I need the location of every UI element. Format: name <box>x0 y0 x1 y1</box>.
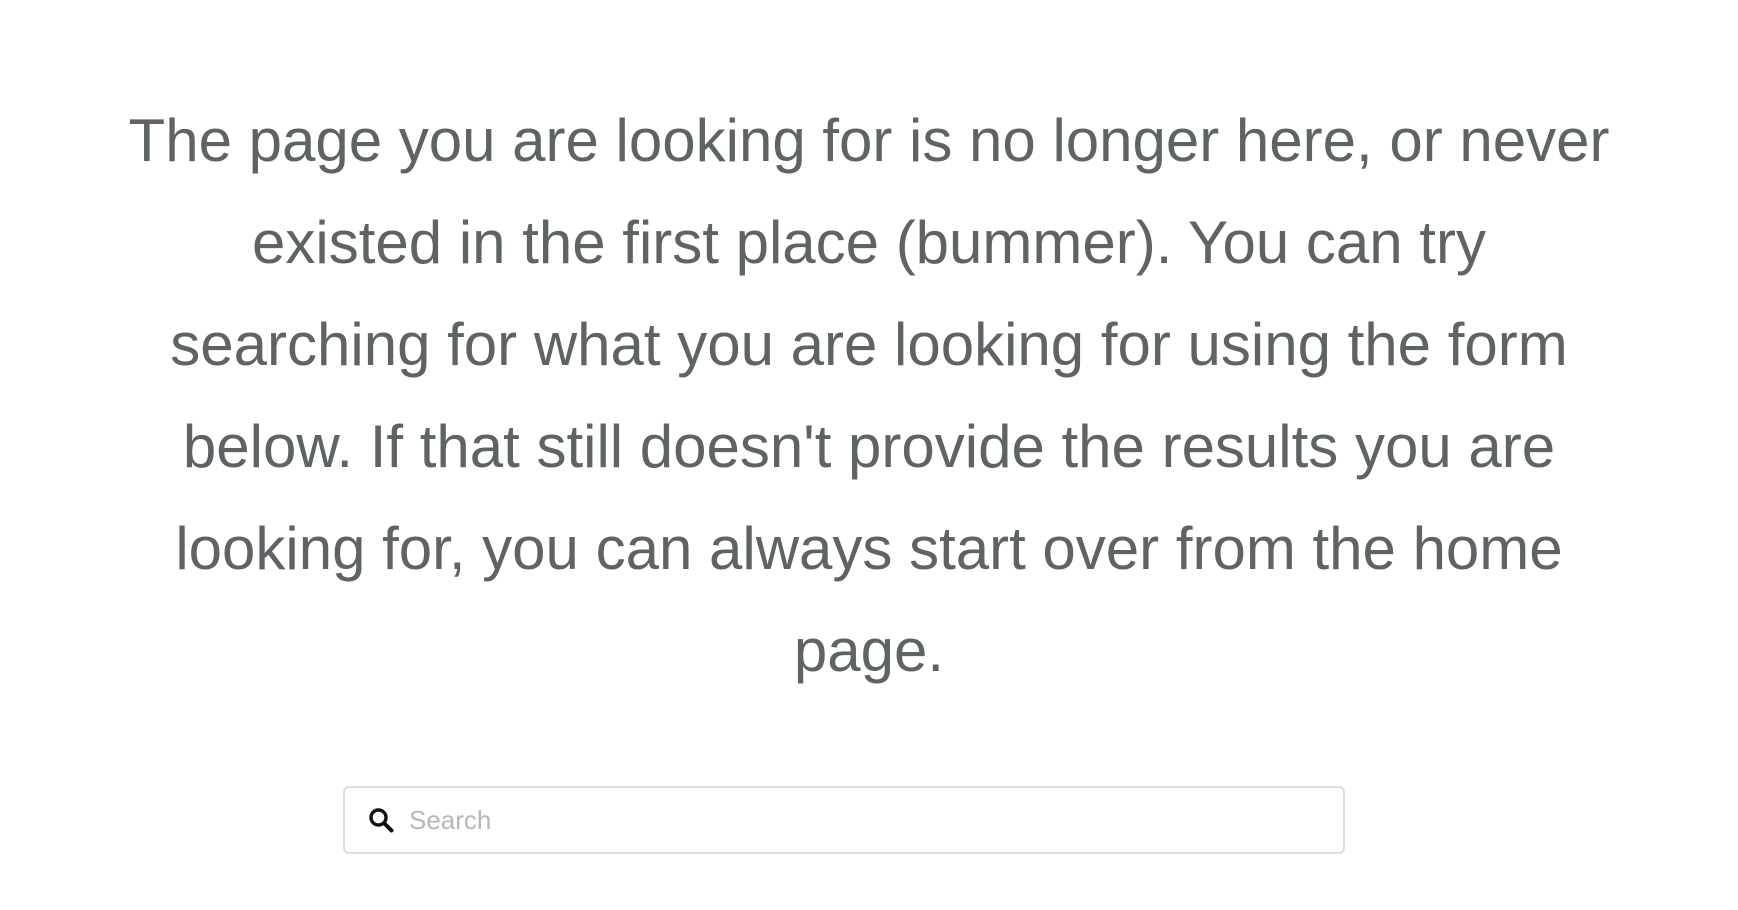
search-input[interactable] <box>395 788 1343 852</box>
not-found-message: The page you are looking for is no longe… <box>128 107 1610 684</box>
not-found-content: The page you are looking for is no longe… <box>0 90 1738 702</box>
search-form[interactable] <box>343 786 1345 854</box>
search-icon[interactable] <box>367 806 395 834</box>
